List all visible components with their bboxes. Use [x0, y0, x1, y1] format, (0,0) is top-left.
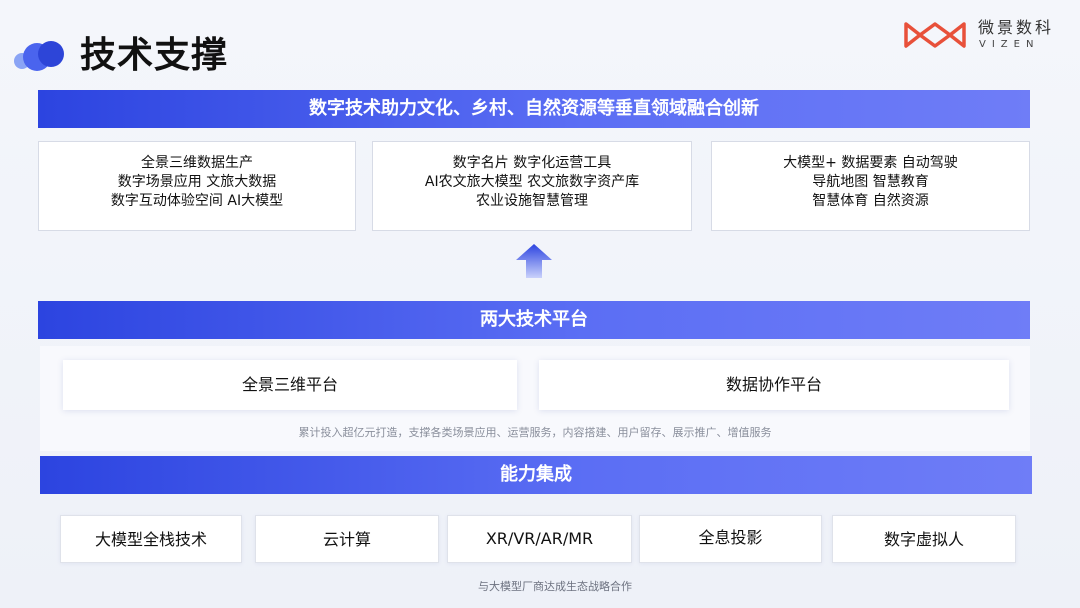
application-box: 数字名片 数字化运营工具 AI农文旅大模型 农文旅数字资产库 农业设施智慧管理	[372, 141, 692, 231]
platform-card: 数据协作平台	[539, 360, 1009, 410]
vizen-logo-icon	[904, 22, 966, 48]
box-line: 数字互动体验空间 AI大模型	[110, 192, 284, 209]
innovation-banner: 数字技术助力文化、乡村、自然资源等垂直领域融合创新	[38, 90, 1030, 128]
box-line: AI农文旅大模型 农文旅数字资产库	[424, 173, 640, 190]
box-line: 数字名片 数字化运营工具	[452, 154, 612, 171]
box-line: 导航地图 智慧教育	[812, 173, 929, 190]
page-title: 技术支撑	[80, 35, 229, 76]
brand-name-en: VIZEN	[979, 39, 1040, 50]
application-box: 大模型+ 数据要素 自动驾驶 导航地图 智慧教育 智慧体育 自然资源	[711, 141, 1030, 231]
box-line: 全景三维数据生产	[141, 154, 253, 171]
box-line: 智慧体育 自然资源	[812, 192, 929, 209]
brand-logo: 微景数科 VIZEN	[904, 18, 1064, 54]
logo-dot	[38, 41, 64, 67]
box-line: 数字场景应用 文旅大数据	[117, 173, 277, 190]
ability-card: XR/VR/AR/MR	[447, 515, 632, 563]
ability-card: 数字虚拟人	[832, 515, 1016, 563]
brand-name-cn: 微景数科	[978, 18, 1055, 37]
application-box: 全景三维数据生产 数字场景应用 文旅大数据 数字互动体验空间 AI大模型	[38, 141, 356, 231]
three-dots-icon	[14, 37, 66, 77]
box-line: 大模型+ 数据要素 自动驾驶	[783, 154, 958, 171]
platforms-note: 累计投入超亿元打造，支撑各类场景应用、运营服务，内容搭建、用户留存、展示推广、增…	[298, 426, 772, 439]
up-arrow-icon	[516, 244, 552, 278]
ability-card: 大模型全栈技术	[60, 515, 242, 563]
platform-card: 全景三维平台	[63, 360, 517, 410]
ability-card: 云计算	[255, 515, 439, 563]
abilities-banner: 能力集成	[40, 456, 1032, 494]
ability-card: 全息投影	[639, 515, 822, 563]
box-line: 农业设施智慧管理	[476, 192, 588, 209]
abilities-note: 与大模型厂商达成生态战略合作	[478, 580, 632, 593]
platforms-banner: 两大技术平台	[38, 301, 1030, 339]
